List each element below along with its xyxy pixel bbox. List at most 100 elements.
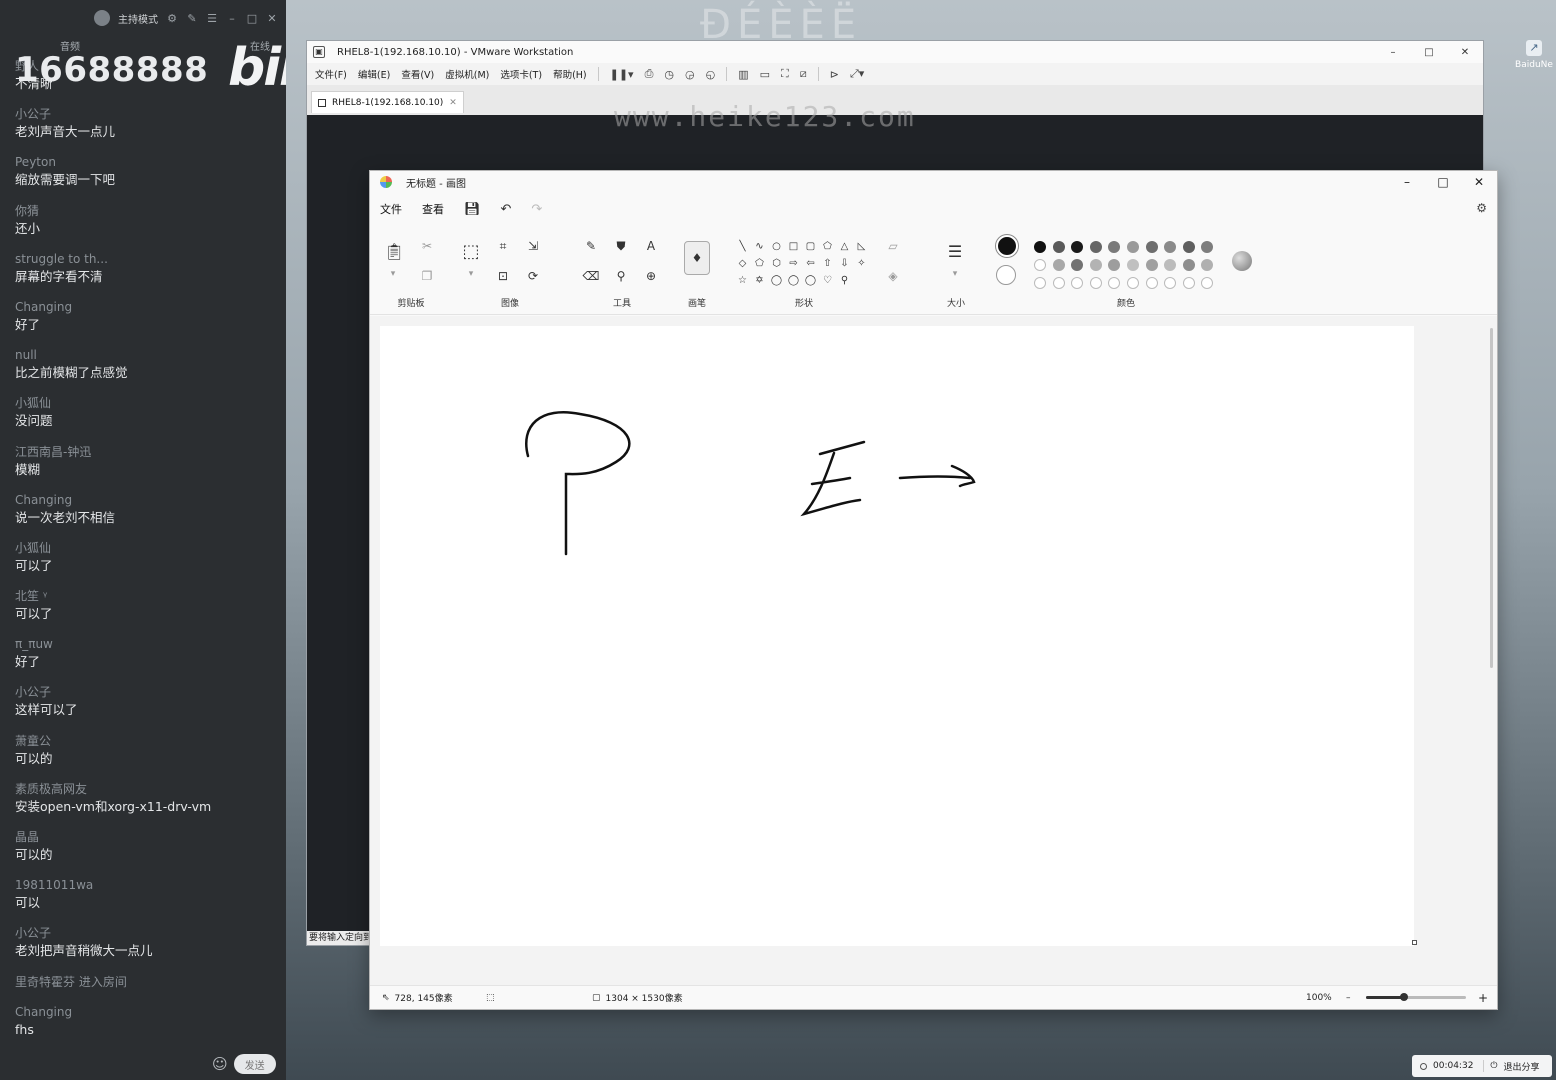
pencil-icon[interactable]: ✎ [582,237,600,255]
color-swatch[interactable] [1164,241,1177,253]
edit-icon[interactable]: ✎ [186,12,198,25]
custom-color-slot[interactable] [1182,277,1195,289]
shape-option[interactable]: ◇ [734,256,751,272]
undo-icon[interactable]: ↶ [501,202,512,217]
outline-icon[interactable]: ▱ [884,237,902,255]
menu-help[interactable]: 帮助(H) [553,67,587,81]
manage-snapshots-icon[interactable]: ◵ [706,68,716,81]
chat-username[interactable]: 小公子 [15,106,277,123]
revert-snapshot-icon[interactable]: ◶ [685,68,695,81]
shape-option[interactable]: ✧ [853,256,870,272]
chat-username[interactable]: 萧童公 [15,733,277,750]
secondary-color-swatch[interactable] [996,265,1016,285]
fullscreen-icon[interactable]: ⛶ [781,67,789,81]
send-keys-icon[interactable]: ⎙ [645,67,654,81]
color-swatch[interactable] [1182,259,1195,271]
chat-username[interactable]: 北笙 ᵞ [15,588,277,605]
chat-username[interactable]: Peyton [15,154,277,171]
primary-color-swatch[interactable] [996,235,1018,257]
edit-colors-icon[interactable] [1232,251,1252,271]
color-swatch[interactable] [1126,259,1139,271]
shape-option[interactable]: △ [836,239,853,255]
stretch-icon[interactable]: ⤢▾ [850,67,864,81]
chat-username[interactable]: 素质极高网友 [15,781,277,798]
select-icon[interactable]: ⬚ [462,243,480,261]
chat-username[interactable]: 江西南昌-钟迅 [15,444,277,461]
menu-tabs[interactable]: 选项卡(T) [500,67,542,81]
custom-color-slot[interactable] [1089,277,1102,289]
color-swatch[interactable] [1145,259,1158,271]
menu-file[interactable]: 文件(F) [315,67,347,81]
shape-option[interactable]: □ [785,239,802,255]
line-size-icon[interactable]: ☰ [946,243,964,261]
color-swatch[interactable] [1052,259,1065,271]
exit-share-icon[interactable]: ⏻ [1490,1061,1497,1071]
chat-username[interactable]: 晶晶 [15,829,277,846]
host-mode-label[interactable]: 主持模式 [118,11,158,26]
color-swatch[interactable] [1201,241,1214,253]
shape-option[interactable]: ▢ [802,239,819,255]
thumbnail-view-icon[interactable]: ▭ [760,68,770,81]
shape-option[interactable]: ╲ [734,239,751,255]
minimize-button[interactable]: – [1389,175,1425,189]
color-swatch[interactable] [1201,259,1214,271]
custom-color-slot[interactable] [1071,277,1084,289]
chat-username[interactable]: null [15,347,277,364]
snapshot-icon[interactable]: ◷ [664,68,674,81]
shape-option[interactable]: ◯ [802,273,819,289]
library-view-icon[interactable]: ▥ [738,68,748,81]
close-icon[interactable]: ✕ [266,12,278,25]
shape-option[interactable]: ◯ [768,273,785,289]
shape-option[interactable] [853,273,870,289]
color-swatch[interactable] [1089,241,1102,253]
shape-option[interactable]: ○ [768,239,785,255]
shape-option[interactable]: ✡ [751,273,768,289]
emoji-icon[interactable]: ☺ [212,1055,228,1073]
shape-option[interactable]: ◺ [853,239,870,255]
settings-icon[interactable]: ⚙ [166,12,178,25]
shape-option[interactable]: ⇧ [819,256,836,272]
chat-username[interactable]: 你猜 [15,203,277,220]
image-search-icon[interactable]: ⊡ [494,267,512,285]
select-dropdown-icon[interactable]: ▾ [462,265,480,283]
eraser-icon[interactable]: ⌫ [582,267,600,285]
account-settings-icon[interactable]: ⚙ [1476,201,1487,215]
menu-view[interactable]: 查看(V) [401,67,434,81]
chat-username[interactable]: Changing [15,492,277,509]
shape-option[interactable]: ◯ [785,273,802,289]
avatar[interactable] [94,10,110,26]
chat-username[interactable]: 小狐仙 [15,395,277,412]
brush-icon[interactable]: ♦ [684,241,710,275]
shape-option[interactable]: ∿ [751,239,768,255]
custom-color-slot[interactable] [1034,277,1046,289]
minimize-button[interactable]: – [1375,47,1411,58]
custom-color-slot[interactable] [1145,277,1158,289]
text-icon[interactable]: A [642,237,660,255]
zoom-in-icon[interactable]: + [1478,991,1488,1005]
shape-option[interactable]: ⇦ [802,256,819,272]
shape-option[interactable]: ⬠ [819,239,836,255]
custom-color-slot[interactable] [1126,277,1139,289]
magnifier-icon[interactable]: ⊕ [642,267,660,285]
custom-color-slot[interactable] [1108,277,1121,289]
tab-close-icon[interactable]: ✕ [449,98,457,108]
color-swatch[interactable] [1108,259,1121,271]
zoom-out-icon[interactable]: – [1346,993,1351,1003]
minimize-icon[interactable]: – [226,12,238,25]
shape-option[interactable]: ☆ [734,273,751,289]
color-swatch[interactable] [1071,241,1084,253]
zoom-slider-thumb[interactable] [1400,993,1408,1001]
crop-icon[interactable]: ⌗ [494,237,512,255]
tab-rhel8-vm[interactable]: RHEL8-1(192.168.10.10) ✕ [311,91,464,113]
menu-icon[interactable]: ☰ [206,12,218,25]
maximize-button[interactable]: □ [1425,175,1461,189]
menu-vm[interactable]: 虚拟机(M) [445,67,489,81]
menu-edit[interactable]: 编辑(E) [358,67,390,81]
chat-username[interactable]: Changing [15,1004,277,1021]
close-button[interactable]: ✕ [1461,175,1497,189]
color-swatch[interactable] [1089,259,1102,271]
chat-username[interactable]: 小狐仙 [15,540,277,557]
send-button[interactable]: 发送 [233,1054,276,1074]
drawing-canvas[interactable] [380,326,1414,946]
color-swatch[interactable] [1071,259,1084,271]
